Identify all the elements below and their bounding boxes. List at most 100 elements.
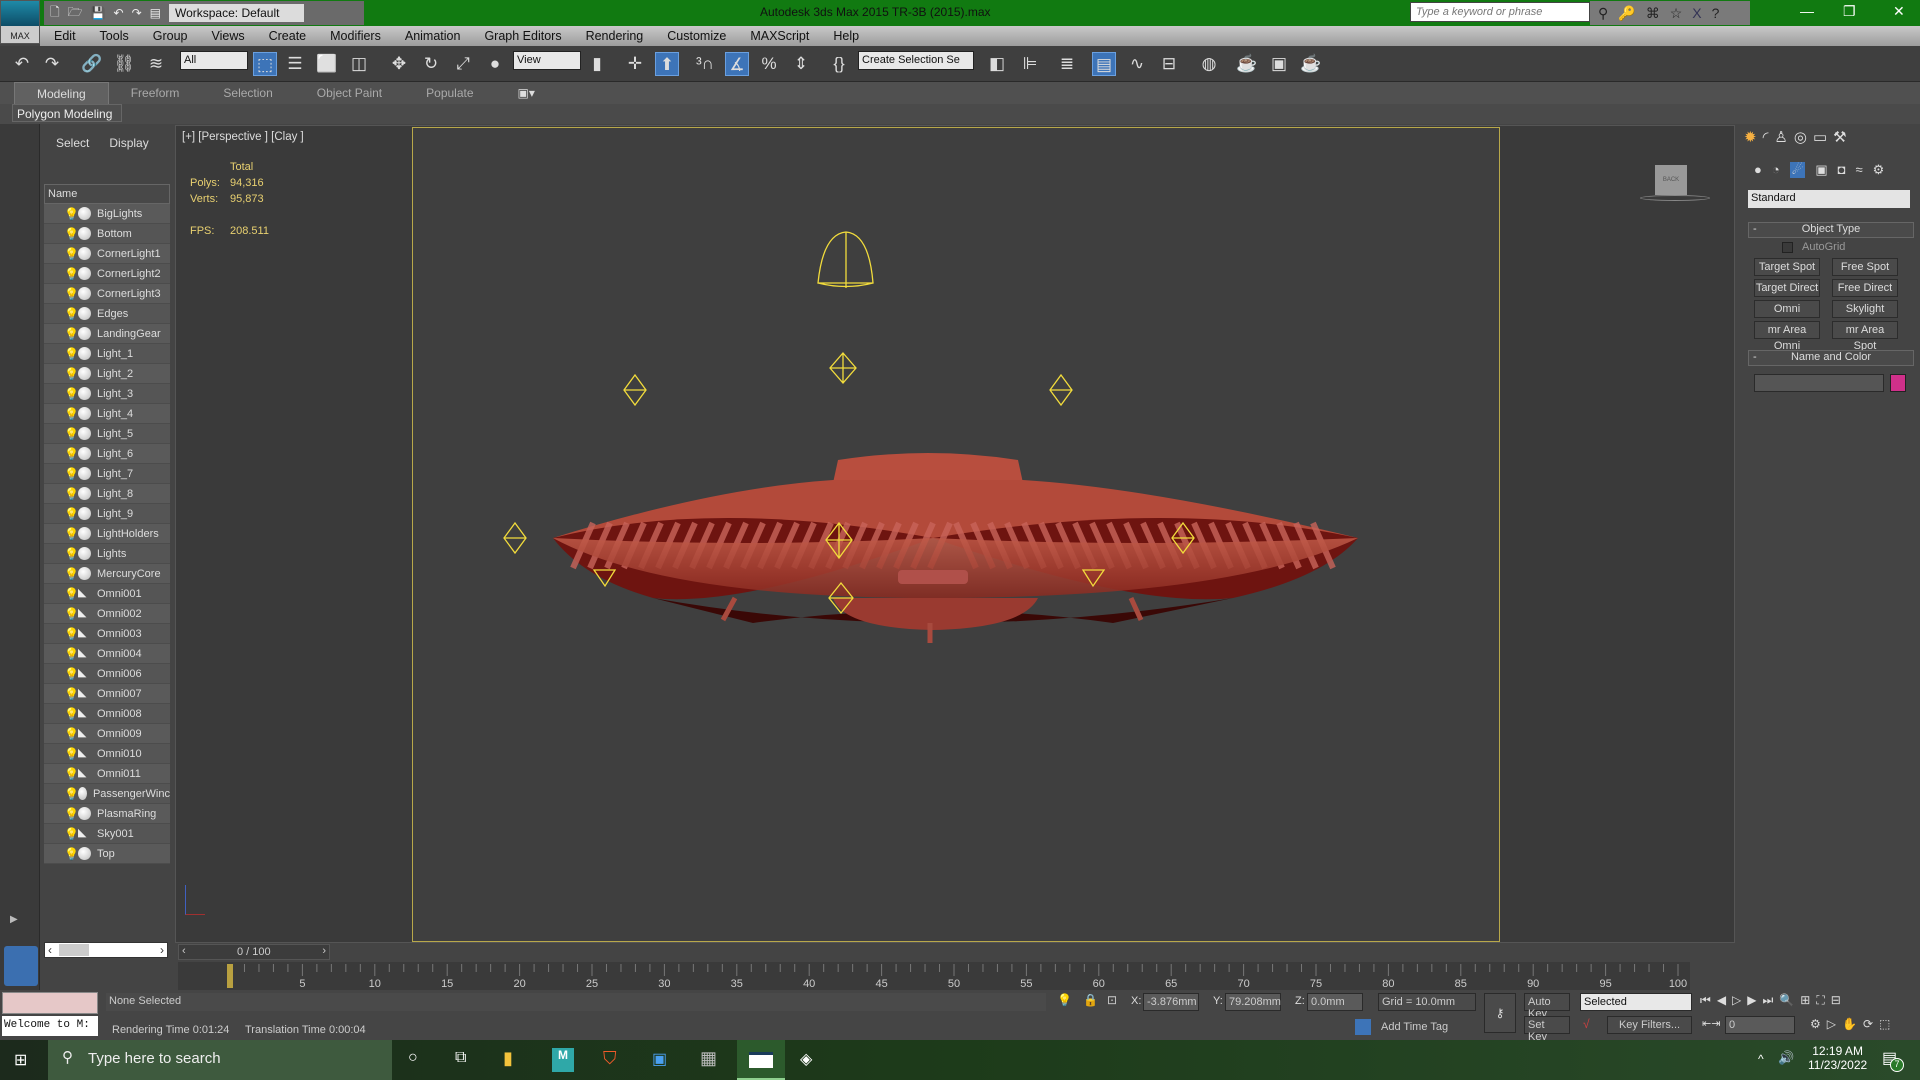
light-bulb-icon[interactable]: 💡 xyxy=(64,467,79,481)
field-of-view-icon[interactable]: ▷ xyxy=(1827,1017,1836,1031)
rotate-icon[interactable]: ↻ xyxy=(419,52,443,76)
task-view-icon[interactable]: ⧉ xyxy=(455,1049,466,1067)
light-bulb-icon[interactable]: 💡 xyxy=(64,647,79,661)
taskbar-search-box[interactable]: ⚲ Type here to search xyxy=(48,1040,392,1080)
named-selection-dropdown[interactable]: Create Selection Se xyxy=(858,51,974,70)
brave-browser-icon[interactable]: ⛉ xyxy=(603,1048,617,1069)
undo-icon[interactable]: ↶ xyxy=(10,52,34,76)
explorer-horizontal-scrollbar[interactable]: ‹ › xyxy=(44,942,168,958)
viewport-label-menu[interactable]: [+] [Perspective ] [Clay ] xyxy=(182,131,304,143)
motion-tab-icon[interactable]: ◎ xyxy=(1794,128,1807,146)
help-icon[interactable]: ? xyxy=(1712,5,1720,21)
zoom-icon[interactable]: 🔍 xyxy=(1779,993,1794,1008)
tray-chevron-icon[interactable]: ^ xyxy=(1758,1052,1764,1066)
tab-populate[interactable]: Populate xyxy=(404,82,495,104)
key-mode-toggle-icon[interactable]: ⇤⇥ xyxy=(1702,1017,1720,1030)
skylight-button[interactable]: Skylight xyxy=(1832,300,1898,318)
object-color-swatch[interactable] xyxy=(1890,374,1906,392)
scene-object-row[interactable]: 💡 Light_6 xyxy=(44,444,170,464)
light-bulb-icon[interactable]: 💡 xyxy=(64,367,79,381)
place-icon[interactable]: ● xyxy=(483,52,507,76)
scene-object-row[interactable]: 💡 ◣ Sky001 xyxy=(44,824,170,844)
edit-named-selection-icon[interactable]: {} xyxy=(827,52,851,76)
app-icon[interactable]: ▣ xyxy=(652,1049,667,1069)
close-button[interactable]: ✕ xyxy=(1893,3,1905,20)
light-bulb-icon[interactable]: 💡 xyxy=(64,327,79,341)
render-production-icon[interactable]: ☕ xyxy=(1299,52,1323,76)
scene-object-row[interactable]: 💡 ◣ Omni007 xyxy=(44,684,170,704)
next-frame-icon[interactable]: ▶ xyxy=(1747,993,1756,1008)
link-icon[interactable]: 🔗 xyxy=(80,52,104,76)
app-icon-2[interactable]: ▦ xyxy=(700,1048,717,1069)
time-slider[interactable]: ‹ 0 / 100 › xyxy=(178,944,330,960)
modify-tab-icon[interactable]: ◜ xyxy=(1763,128,1769,146)
light-bulb-icon[interactable]: 💡 xyxy=(64,227,79,241)
scene-object-row[interactable]: 💡 ◣ Omni006 xyxy=(44,664,170,684)
hierarchy-tab-icon[interactable]: ♙ xyxy=(1774,128,1787,146)
free-spot-button[interactable]: Free Spot xyxy=(1832,258,1898,276)
object-type-rollout[interactable]: - Object Type xyxy=(1748,222,1914,238)
viewport-layout-icon[interactable] xyxy=(4,946,38,986)
systems-icon[interactable]: ⚙ xyxy=(1873,162,1885,178)
scene-object-row[interactable]: 💡 Lights xyxy=(44,544,170,564)
mr-area-spot-button[interactable]: mr Area Spot xyxy=(1832,321,1898,352)
scene-object-row[interactable]: 💡 LightHolders xyxy=(44,524,170,544)
zoom-all-icon[interactable]: ⊞ xyxy=(1800,993,1810,1008)
rectangular-selection-icon[interactable]: ⬜ xyxy=(315,52,339,76)
light-bulb-icon[interactable]: 💡 xyxy=(64,347,79,361)
mirror-icon[interactable]: ◧ xyxy=(985,52,1009,76)
menu-group[interactable]: Group xyxy=(153,26,200,46)
scene-object-row[interactable]: 💡 Top xyxy=(44,844,170,864)
current-frame-field[interactable]: 0 xyxy=(1725,1016,1795,1034)
application-button[interactable]: MAX xyxy=(0,0,40,44)
scene-object-row[interactable]: 💡 BigLights xyxy=(44,204,170,224)
light-bulb-icon[interactable]: 💡 xyxy=(64,567,79,581)
name-column-header[interactable]: Name xyxy=(44,184,170,204)
star-icon[interactable]: ☆ xyxy=(1670,5,1683,22)
orbit-icon[interactable]: ⟳ xyxy=(1863,1017,1873,1031)
scene-object-row[interactable]: 💡 MercuryCore xyxy=(44,564,170,584)
select-by-name-icon[interactable]: ☰ xyxy=(283,52,307,76)
maximize-viewport-icon[interactable]: ⬚ xyxy=(1879,1017,1890,1031)
3dsmax-taskbar-icon[interactable] xyxy=(737,1040,785,1080)
light-bulb-icon[interactable]: 💡 xyxy=(64,727,79,741)
light-bulb-icon[interactable]: 💡 xyxy=(64,587,79,601)
menu-views[interactable]: Views xyxy=(211,26,256,46)
time-config-icon[interactable]: ⚙ xyxy=(1810,1017,1821,1031)
track-bar[interactable]: 0510152025303540455055606570758085909510… xyxy=(178,962,1690,990)
display-tab-icon[interactable]: ▭ xyxy=(1813,128,1827,146)
scene-object-row[interactable]: 💡 LandingGear xyxy=(44,324,170,344)
scene-object-row[interactable]: 💡 Light_7 xyxy=(44,464,170,484)
restore-button[interactable]: ❐ xyxy=(1843,3,1856,20)
target-direct-button[interactable]: Target Direct xyxy=(1754,279,1820,297)
scene-object-row[interactable]: 💡 Light_2 xyxy=(44,364,170,384)
spinner-snap-icon[interactable]: ⇕ xyxy=(789,52,813,76)
light-bulb-icon[interactable]: 💡 xyxy=(64,747,79,761)
scale-icon[interactable]: ⤢ xyxy=(451,52,475,76)
set-keys-key-icon[interactable]: ⚷ xyxy=(1484,993,1516,1033)
mr-area-omni-button[interactable]: mr Area Omni xyxy=(1754,321,1820,352)
material-editor-icon[interactable]: ◍ xyxy=(1197,52,1221,76)
light-bulb-icon[interactable]: 💡 xyxy=(64,247,79,261)
light-bulb-icon[interactable]: 💡 xyxy=(64,807,79,821)
binoculars-icon[interactable]: ⚲ xyxy=(1598,5,1608,22)
light-bulb-icon[interactable]: 💡 xyxy=(64,267,79,281)
light-bulb-icon[interactable]: 💡 xyxy=(64,527,79,541)
explorer-display-menu[interactable]: Display xyxy=(109,136,148,150)
light-bulb-icon[interactable]: 💡 xyxy=(64,307,79,321)
manipulate-icon[interactable]: ✛ xyxy=(623,52,647,76)
light-bulb-icon[interactable]: 💡 xyxy=(64,827,79,841)
pan-icon[interactable]: ✋ xyxy=(1842,1017,1857,1031)
autogrid-checkbox[interactable] xyxy=(1782,242,1793,253)
scene-object-row[interactable]: 💡 ◣ Omni003 xyxy=(44,624,170,644)
keyboard-shortcut-override-icon[interactable]: ⬆ xyxy=(655,52,679,76)
free-direct-button[interactable]: Free Direct xyxy=(1832,279,1898,297)
redo-icon[interactable]: ↷ xyxy=(40,52,64,76)
menu-animation[interactable]: Animation xyxy=(405,26,473,46)
y-coordinate-field[interactable]: 79.208mm xyxy=(1225,993,1281,1011)
add-time-tag-button[interactable]: Add Time Tag xyxy=(1381,1021,1448,1033)
isolate-selection-icon[interactable]: 💡 xyxy=(1057,993,1072,1007)
viewcube-ring[interactable] xyxy=(1640,195,1710,201)
undo-icon[interactable]: ↶ xyxy=(114,6,124,20)
unity-icon[interactable]: ◈ xyxy=(800,1049,812,1069)
